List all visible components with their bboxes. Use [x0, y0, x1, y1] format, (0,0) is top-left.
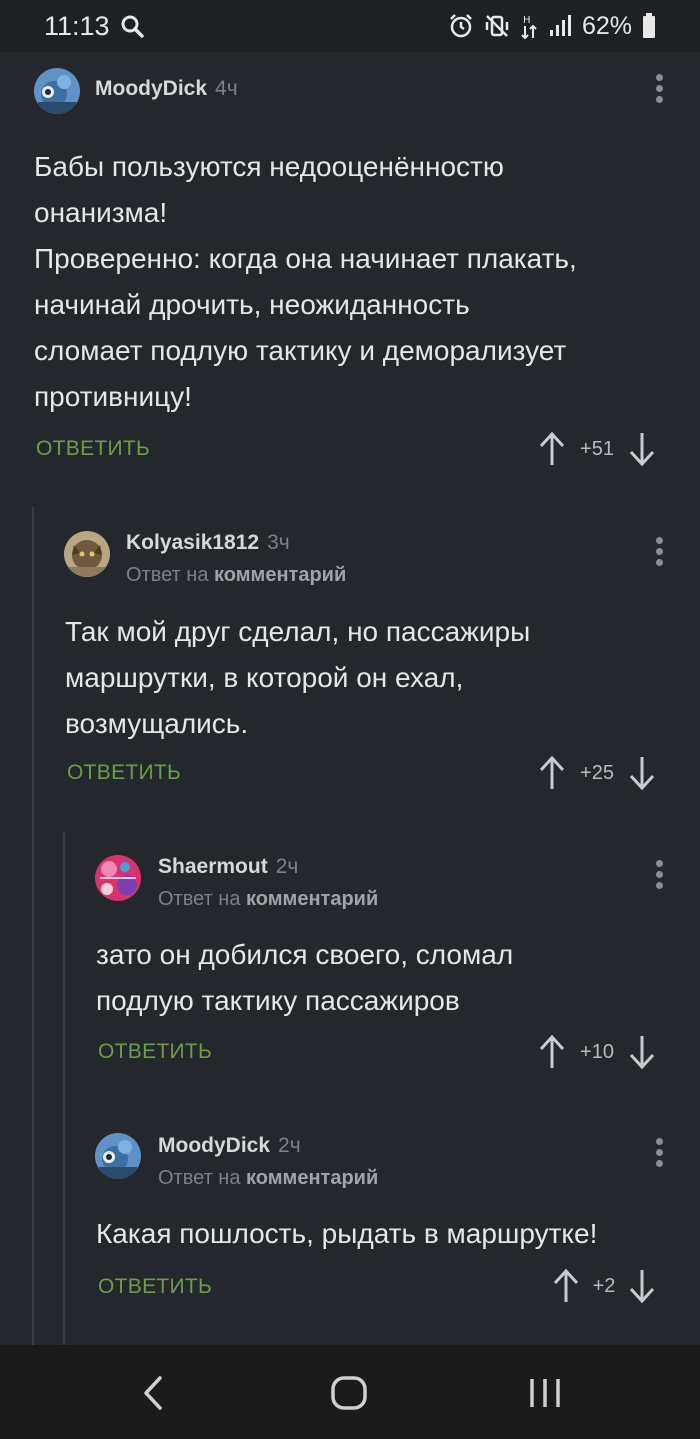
avatar[interactable]	[34, 68, 80, 114]
upvote-arrow-icon[interactable]	[552, 1268, 580, 1304]
avatar[interactable]	[95, 1133, 141, 1179]
upvote-arrow-icon[interactable]	[538, 755, 566, 791]
reply-to-label: Ответ на комментарий	[158, 888, 379, 910]
comment-score: +51	[580, 437, 614, 460]
comment-menu-icon[interactable]	[654, 537, 664, 569]
thread-line-level-1	[32, 507, 34, 1345]
vote-controls: +51	[538, 431, 656, 467]
reply-to-link[interactable]: комментарий	[214, 564, 346, 586]
comment-menu-icon[interactable]	[654, 860, 664, 892]
reply-to-link[interactable]: комментарий	[246, 1167, 378, 1189]
comment-time: 4ч	[215, 77, 238, 100]
battery-icon	[643, 13, 655, 38]
search-icon	[121, 15, 144, 38]
reply-button[interactable]: ОТВЕТИТЬ	[36, 437, 150, 461]
comment-time: 2ч	[278, 1134, 301, 1157]
recents-icon[interactable]	[528, 1377, 562, 1409]
upvote-arrow-icon[interactable]	[538, 431, 566, 467]
reply-to-link[interactable]: комментарий	[246, 888, 378, 910]
comment-menu-icon[interactable]	[654, 1138, 664, 1170]
signal-icon	[549, 15, 571, 36]
avatar[interactable]	[95, 855, 141, 901]
comment-author[interactable]: MoodyDick 2ч	[158, 1134, 301, 1158]
downvote-arrow-icon[interactable]	[628, 1268, 656, 1304]
status-icons: H 62%	[448, 12, 656, 41]
comment-body: Бабы пользуются недооценённостю онанизма…	[34, 151, 577, 412]
comment-score: +2	[592, 1274, 616, 1297]
vote-controls: +25	[538, 755, 656, 791]
downvote-arrow-icon[interactable]	[628, 1034, 656, 1070]
comment-score: +10	[580, 1040, 614, 1063]
reply-button[interactable]: ОТВЕТИТЬ	[98, 1275, 212, 1299]
thread-line-level-2	[63, 831, 65, 1345]
navigation-bar	[0, 1345, 700, 1439]
svg-text:H: H	[523, 15, 531, 26]
comment-body: Так мой друг сделал, но пассажиры маршру…	[65, 616, 531, 739]
avatar[interactable]	[64, 531, 110, 577]
downvote-arrow-icon[interactable]	[628, 755, 656, 791]
status-time-group: 11:13	[44, 11, 144, 42]
status-time: 11:13	[44, 10, 110, 41]
upvote-arrow-icon[interactable]	[538, 1034, 566, 1070]
reply-to-label: Ответ на комментарий	[126, 564, 347, 586]
reply-to-label: Ответ на комментарий	[158, 1167, 379, 1189]
back-icon[interactable]	[138, 1375, 168, 1411]
data-arrows-icon: H	[521, 15, 537, 40]
battery-percent: 62%	[581, 11, 632, 40]
status-bar: 11:13 H 62%	[0, 0, 700, 52]
comment-time: 2ч	[275, 855, 299, 878]
downvote-arrow-icon[interactable]	[628, 431, 656, 467]
alarm-icon	[450, 14, 472, 38]
comment-menu-icon[interactable]	[654, 74, 664, 106]
comment-author[interactable]: MoodyDick 4ч	[95, 77, 238, 101]
comment-time: 3ч	[267, 531, 290, 554]
comment-body: зато он добился своего, сломал подлую та…	[96, 939, 514, 1016]
comment-author[interactable]: Kolyasik1812 3ч	[126, 531, 290, 555]
vibrate-icon	[485, 15, 509, 37]
comment-score: +25	[580, 761, 614, 784]
vote-controls: +2	[552, 1268, 656, 1304]
vote-controls: +10	[538, 1034, 656, 1070]
reply-button[interactable]: ОТВЕТИТЬ	[67, 761, 181, 785]
comment-author[interactable]: Shaermout 2ч	[158, 855, 298, 879]
reply-button[interactable]: ОТВЕТИТЬ	[98, 1040, 212, 1064]
home-icon[interactable]	[330, 1375, 368, 1411]
comment-body: Какая пошлость, рыдать в маршрутке!	[96, 1218, 598, 1249]
